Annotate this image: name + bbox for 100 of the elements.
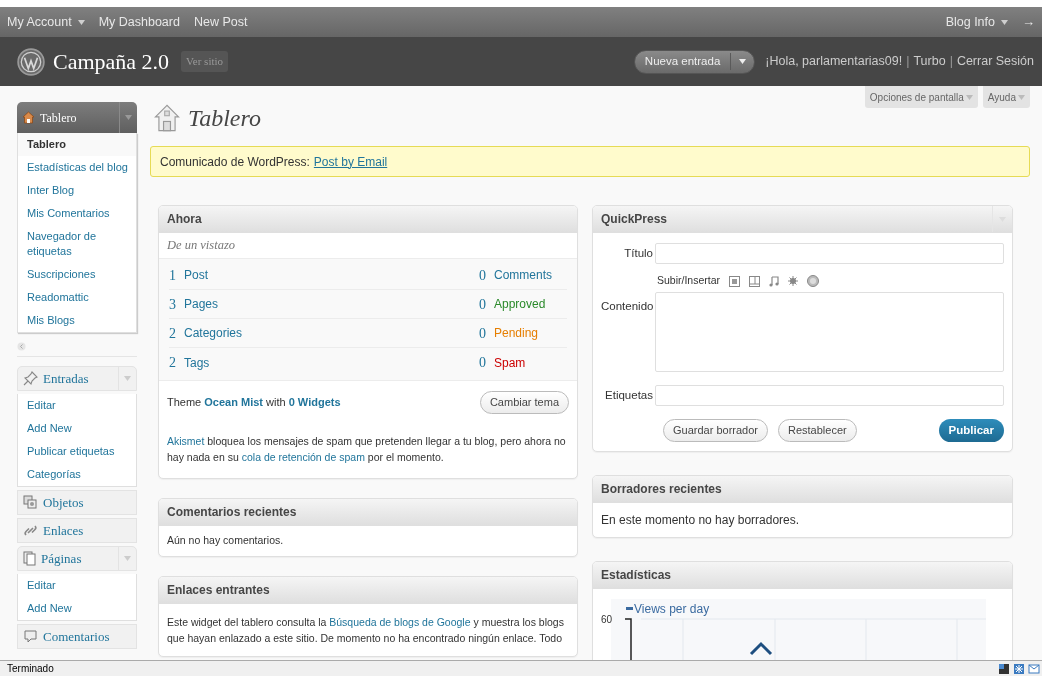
panel-title: Enlaces entrantes <box>167 582 270 599</box>
menu-header[interactable]: Comentarios <box>17 624 137 649</box>
input-field[interactable] <box>655 243 1004 264</box>
image-icon <box>729 275 741 287</box>
form-button[interactable]: Restablecer <box>778 419 857 442</box>
stat-link[interactable]: Post <box>184 266 208 284</box>
count-text: 0 <box>479 354 486 372</box>
caret-icon <box>125 115 132 120</box>
pages-icon <box>23 551 36 566</box>
submenu-item[interactable]: Categorías <box>18 463 136 486</box>
caret-icon <box>124 376 131 381</box>
change-theme-button[interactable]: Cambiar tema <box>479 391 569 414</box>
stat-link[interactable]: Approved <box>494 295 546 313</box>
menu-header[interactable]: Objetos <box>17 490 137 515</box>
field-label: Etiquetas <box>604 388 654 403</box>
submenu-item[interactable]: Editar <box>18 574 136 597</box>
text-link[interactable]: Akismet <box>167 435 205 447</box>
data-line <box>749 641 773 656</box>
caret-icon <box>965 94 973 100</box>
greeting-text: ¡Hola, parlamentarias09! <box>765 53 903 71</box>
count-text: 0 <box>479 295 486 314</box>
music-icon <box>769 275 780 287</box>
link-icon <box>23 523 38 538</box>
pushpin-icon <box>23 371 38 386</box>
new-post-button[interactable]: Nueva entrada <box>633 49 756 74</box>
panel-title: Comentarios recientes <box>167 504 297 521</box>
submenu-item[interactable]: Estadísticas del blog <box>18 156 136 179</box>
stat-link[interactable]: Tags <box>184 353 210 372</box>
screen-tab[interactable]: Opciones de pantalla <box>864 86 978 108</box>
submenu-item[interactable]: Mis Comentarios <box>18 202 136 225</box>
caret-icon <box>1001 19 1008 25</box>
text-link[interactable]: 0 Widgets <box>288 396 341 409</box>
stat-link[interactable]: Categories <box>184 324 243 342</box>
submenu-item[interactable]: Readomattic <box>18 286 136 309</box>
starburst-icon <box>788 276 799 286</box>
akismet-text: Akismet bloquea los mensajes de spam que pretenden llegar a tu blog, pero ahora no hay nada en su cola de retención de spam por el momento. <box>166 434 567 465</box>
panel-title: Borradores recientes <box>601 481 722 498</box>
header-link[interactable]: Cerrar Sesión <box>956 52 1034 71</box>
menu-header[interactable]: Entradas <box>17 366 137 391</box>
submenu-item[interactable]: Editar <box>18 394 136 417</box>
panel-title: Ahora <box>167 211 202 228</box>
menu-header[interactable]: Enlaces <box>17 518 137 543</box>
publish-button[interactable]: Publicar <box>938 419 1004 442</box>
status-icon <box>998 662 1010 675</box>
empty-message: Aún no hay comentarios. <box>166 533 285 549</box>
panel-title: Estadísticas <box>601 567 672 584</box>
submenu-item[interactable]: Navegador de etiquetas <box>18 225 136 263</box>
theme-text: Theme Ocean Mist with 0 Widgets <box>167 395 341 411</box>
count-text: 0 <box>479 324 486 343</box>
menu-link[interactable]: Blog Info <box>945 12 1008 32</box>
submenu-item[interactable]: Add New <box>18 417 136 440</box>
stat-link[interactable]: Comments <box>494 266 552 284</box>
legend-text: Views per day <box>634 602 710 616</box>
separator-text: | <box>906 53 910 71</box>
info-text: Este widget del tablero consulta la Búsqueda de blogs de Google y muestra los blogs que hayan enlazado a este sitio. De momento no ha encontrado ningún enlace. Todo <box>166 615 565 646</box>
menu-header[interactable]: Páginas <box>17 546 137 571</box>
submenu-item[interactable]: Publicar etiquetas <box>18 440 136 463</box>
menu-header[interactable]: Tablero <box>17 102 137 133</box>
submenu-item[interactable]: Suscripciones <box>18 263 136 286</box>
collapse-icon <box>17 342 26 351</box>
submenu-item[interactable]: Add New <box>18 597 136 620</box>
circle-icon <box>807 275 820 287</box>
text-link[interactable]: cola de retención de spam <box>241 451 365 463</box>
input-field[interactable] <box>655 385 1004 406</box>
menu-link[interactable]: My Dashboard <box>98 12 180 32</box>
stat-link[interactable]: Pages <box>184 295 219 313</box>
status-icon <box>1013 662 1025 675</box>
header-link[interactable]: Turbo <box>913 52 946 71</box>
content-field[interactable] <box>655 292 1004 372</box>
stat-link[interactable]: Pending <box>494 324 539 342</box>
y-axis <box>624 618 632 660</box>
count-text: 2 <box>169 354 176 372</box>
page-title: Tablero <box>188 104 261 133</box>
axis-tick-label: 60 <box>601 614 613 625</box>
legend-marker-icon <box>626 607 633 610</box>
empty-message: En este momento no hay borradores. <box>600 512 801 529</box>
caret-icon <box>1018 94 1025 100</box>
text-link[interactable]: Ocean Mist <box>204 396 263 409</box>
exit-link[interactable]: → <box>1022 12 1035 32</box>
menu-link[interactable]: New Post <box>193 12 248 32</box>
count-text: 2 <box>169 324 176 343</box>
caret-icon <box>739 59 747 64</box>
logo-icon <box>17 47 45 76</box>
site-title: Campaña 2.0 <box>53 48 170 76</box>
menu-link[interactable]: My Account <box>7 12 85 32</box>
text-link[interactable]: Búsqueda de blogs de Google <box>329 616 471 628</box>
view-site-link[interactable]: Ver sitio <box>181 51 229 72</box>
submenu-item[interactable]: Inter Blog <box>18 179 136 202</box>
submenu-item[interactable]: Mis Blogs <box>18 309 136 332</box>
separator-text: | <box>949 53 953 71</box>
stat-link[interactable]: Spam <box>494 353 526 372</box>
caret-icon <box>77 19 85 25</box>
notice-link[interactable]: Post by Email <box>313 152 388 171</box>
form-button[interactable]: Guardar borrador <box>663 419 768 442</box>
panel-title: QuickPress <box>601 211 668 228</box>
count-text: 3 <box>169 295 176 314</box>
count-text: 0 <box>479 266 486 285</box>
field-label: Contenido <box>601 299 655 314</box>
screen-tab[interactable]: Ayuda <box>982 86 1030 108</box>
submenu-item[interactable]: Tablero <box>18 133 136 156</box>
